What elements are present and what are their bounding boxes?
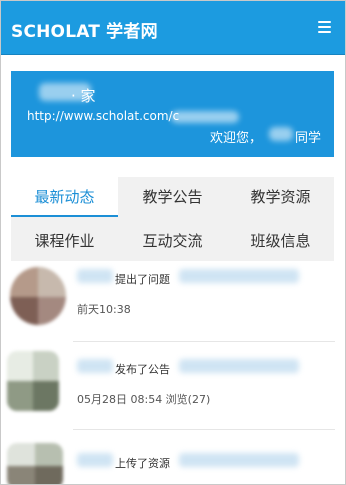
redacted-title-blur <box>179 359 299 373</box>
feed-item[interactable]: 上传了资源 <box>1 439 345 484</box>
tab-homework[interactable]: 课程作业 <box>11 221 118 261</box>
redacted-title-blur <box>179 269 299 283</box>
tab-class-info[interactable]: 班级信息 <box>227 221 334 261</box>
brand-logo-text[interactable]: SCHOLAT 学者网 <box>11 17 158 42</box>
tab-resources[interactable]: 教学资源 <box>227 177 334 217</box>
tab-announcements[interactable]: 教学公告 <box>119 177 226 217</box>
tab-discussion[interactable]: 互动交流 <box>119 221 226 261</box>
tab-latest-news[interactable]: 最新动态 <box>11 177 118 217</box>
hamburger-menu-icon[interactable] <box>318 21 331 33</box>
feed-item[interactable]: 提出了问题 前天10:38 <box>1 263 345 341</box>
feed-meta: 前天10:38 <box>77 303 131 316</box>
feed-action: 上传了资源 <box>115 457 170 470</box>
feed-separator <box>73 341 335 342</box>
welcome-text: 欢迎您， <box>210 131 263 146</box>
feed-meta: 05月28日 08:54 浏览(27) <box>77 393 211 406</box>
redacted-user-blur <box>77 359 113 373</box>
redacted-user-blur <box>77 453 113 467</box>
course-url[interactable]: http://www.scholat.com/c <box>27 109 179 123</box>
course-tabs: 最新动态 教学公告 教学资源 课程作业 互动交流 班级信息 <box>11 177 334 261</box>
avatar <box>10 267 66 325</box>
feed-action: 提出了问题 <box>115 273 170 286</box>
redacted-url-blur <box>171 111 239 123</box>
feed-action: 发布了公告 <box>115 363 170 376</box>
avatar <box>7 351 59 411</box>
course-banner: · 家 http://www.scholat.com/c 欢迎您， 同学 <box>11 71 334 157</box>
top-navbar: SCHOLAT 学者网 <box>1 1 345 55</box>
redacted-user-blur <box>77 269 113 283</box>
feed-item[interactable]: 发布了公告 05月28日 08:54 浏览(27) <box>1 351 345 431</box>
student-suffix: 同学 <box>295 131 322 146</box>
feed-separator <box>73 429 335 430</box>
avatar <box>7 443 63 484</box>
redacted-username-blur <box>269 127 293 141</box>
app-frame: SCHOLAT 学者网 · 家 http://www.scholat.com/c… <box>0 0 346 485</box>
teacher-name: · 家 <box>71 87 96 105</box>
redacted-title-blur <box>179 453 299 467</box>
